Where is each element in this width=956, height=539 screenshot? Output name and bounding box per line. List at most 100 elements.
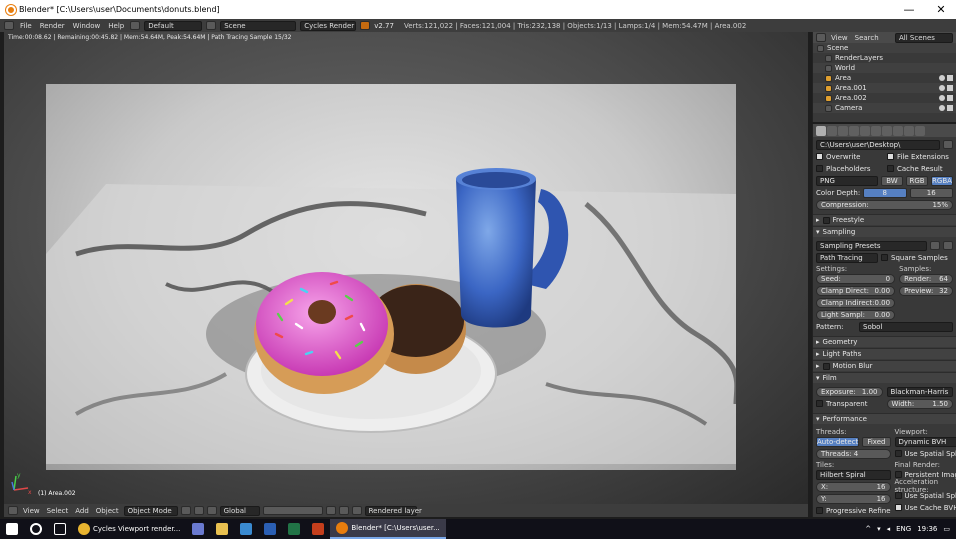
- render-toggle-icon[interactable]: [947, 95, 953, 101]
- render-tab-icon[interactable]: [816, 125, 826, 136]
- square-samples-checkbox[interactable]: [881, 254, 888, 261]
- freestyle-checkbox[interactable]: [822, 216, 830, 224]
- placeholders-checkbox[interactable]: [816, 165, 823, 172]
- snap-icon[interactable]: [338, 506, 349, 515]
- light-paths-section[interactable]: ▸ Light Paths: [813, 348, 956, 359]
- sampling-section[interactable]: ▾ Sampling: [813, 226, 956, 237]
- color-rgba-button[interactable]: RGBA: [931, 175, 953, 186]
- threads-auto-button[interactable]: Auto-detect: [816, 436, 860, 447]
- minimize-button[interactable]: —: [896, 0, 922, 19]
- performance-section[interactable]: ▾ Performance: [813, 413, 956, 424]
- menu-render[interactable]: Render: [38, 22, 67, 30]
- outliner-item-area-002[interactable]: Area.002: [813, 93, 956, 103]
- viewport-bvh-selector[interactable]: Dynamic BVH: [894, 436, 956, 447]
- use-spatial-checkbox[interactable]: [894, 492, 902, 499]
- motion-blur-checkbox[interactable]: [822, 362, 830, 370]
- editor-type-icon[interactable]: [816, 33, 826, 42]
- menu-window[interactable]: Window: [71, 22, 103, 30]
- outliner-item-camera[interactable]: Camera: [813, 103, 956, 113]
- cache-result-checkbox[interactable]: [887, 165, 894, 172]
- layers-grid[interactable]: [262, 506, 323, 515]
- outliner-item-area-001[interactable]: Area.001: [813, 83, 956, 93]
- overwrite-checkbox[interactable]: [816, 153, 823, 160]
- data-tab-icon[interactable]: [893, 125, 903, 136]
- folder-icon[interactable]: [943, 140, 953, 149]
- use-spatial-splits-checkbox[interactable]: [894, 450, 902, 457]
- threads-fixed-button[interactable]: Fixed: [862, 436, 891, 447]
- start-button[interactable]: [0, 519, 24, 539]
- eye-icon[interactable]: [939, 85, 945, 91]
- notifications-icon[interactable]: ▭: [943, 525, 950, 533]
- outliner-filter[interactable]: All Scenes: [895, 32, 953, 43]
- seed-field[interactable]: Seed: 0: [816, 273, 896, 284]
- color-depth-8-button[interactable]: 8: [863, 187, 907, 198]
- texture-tab-icon[interactable]: [915, 125, 925, 136]
- close-button[interactable]: ✕: [928, 0, 954, 19]
- search-button[interactable]: [24, 519, 48, 539]
- language-indicator[interactable]: ENG: [896, 525, 911, 533]
- taskbar-pinned-powerpoint[interactable]: [306, 519, 330, 539]
- render-toggle-icon[interactable]: [947, 85, 953, 91]
- progressive-refine-checkbox[interactable]: [816, 507, 823, 514]
- menu-help[interactable]: Help: [106, 22, 126, 30]
- exposure-field[interactable]: Exposure: 1.00: [816, 386, 883, 397]
- object-tab-icon[interactable]: [860, 125, 870, 136]
- render-preview-icon[interactable]: [351, 506, 362, 515]
- world-tab-icon[interactable]: [849, 125, 859, 136]
- film-section[interactable]: ▾ Film: [813, 372, 956, 383]
- clamp-direct-field[interactable]: Clamp Direct: 0.00: [816, 285, 896, 296]
- menu-add[interactable]: Add: [73, 507, 91, 515]
- taskbar-pinned-store[interactable]: [234, 519, 258, 539]
- mode-selector[interactable]: Object Mode: [123, 505, 178, 516]
- threads-field[interactable]: Threads: 4: [816, 448, 891, 459]
- scene-tab-icon[interactable]: [838, 125, 848, 136]
- taskbar-pinned-1[interactable]: [186, 519, 210, 539]
- render-toggle-icon[interactable]: [947, 75, 953, 81]
- shading-icon[interactable]: [180, 506, 191, 515]
- pattern-selector[interactable]: Sobol: [859, 321, 953, 332]
- tile-x-field[interactable]: X: 16: [816, 481, 891, 492]
- clock[interactable]: 19:36: [917, 525, 937, 533]
- pixel-filter-selector[interactable]: Blackman-Harris: [886, 386, 953, 397]
- light-sampling-field[interactable]: Light Sampl: 0.00: [816, 309, 896, 320]
- render-engine-selector[interactable]: Cycles Render: [300, 20, 357, 31]
- taskbar-app-blender[interactable]: Blender* [C:\Users\user...: [330, 519, 446, 539]
- filter-width-field[interactable]: Width: 1.50: [886, 398, 953, 409]
- outliner-item-scene[interactable]: Scene: [813, 43, 956, 53]
- tile-y-field[interactable]: Y: 16: [816, 493, 891, 504]
- freestyle-section[interactable]: ▸ Freestyle: [813, 214, 956, 225]
- eye-icon[interactable]: [939, 105, 945, 111]
- constraints-tab-icon[interactable]: [871, 125, 881, 136]
- add-preset-icon[interactable]: [930, 241, 940, 250]
- manipulator-icon[interactable]: [206, 506, 217, 515]
- color-rgb-button[interactable]: RGB: [906, 175, 928, 186]
- file-extensions-checkbox[interactable]: [887, 153, 894, 160]
- render-layers-tab-icon[interactable]: [827, 125, 837, 136]
- menu-object[interactable]: Object: [94, 507, 121, 515]
- menu-view[interactable]: View: [21, 507, 42, 515]
- orientation-selector[interactable]: Global: [219, 505, 260, 516]
- eye-icon[interactable]: [939, 75, 945, 81]
- geometry-section[interactable]: ▸ Geometry: [813, 336, 956, 347]
- task-view-button[interactable]: [48, 519, 72, 539]
- outliner-item-area[interactable]: Area: [813, 73, 956, 83]
- taskbar-pinned-word[interactable]: [258, 519, 282, 539]
- color-bw-button[interactable]: BW: [881, 175, 903, 186]
- outliner-search-menu[interactable]: Search: [853, 34, 881, 42]
- color-depth-16-button[interactable]: 16: [909, 187, 953, 198]
- menu-select[interactable]: Select: [45, 507, 71, 515]
- integrator-selector[interactable]: Path Tracing: [816, 252, 878, 263]
- clamp-indirect-field[interactable]: Clamp Indirect: 0.00: [816, 297, 896, 308]
- layout-selector[interactable]: Default: [144, 20, 203, 31]
- taskbar-pinned-excel[interactable]: [282, 519, 306, 539]
- pivot-icon[interactable]: [193, 506, 204, 515]
- sampling-presets-selector[interactable]: Sampling Presets: [816, 240, 927, 251]
- scene-selector[interactable]: Scene: [220, 20, 297, 31]
- outliner-item-world[interactable]: World: [813, 63, 956, 73]
- motion-blur-section[interactable]: ▸ Motion Blur: [813, 360, 956, 371]
- preview-samples-field[interactable]: Preview: 32: [899, 285, 953, 296]
- taskbar-app-chrome[interactable]: Cycles Viewport render...: [72, 519, 186, 539]
- render-layer-button[interactable]: Rendered layer: [364, 505, 422, 516]
- compression-slider[interactable]: Compression: 15%: [816, 199, 953, 210]
- file-format-selector[interactable]: PNG: [816, 175, 878, 186]
